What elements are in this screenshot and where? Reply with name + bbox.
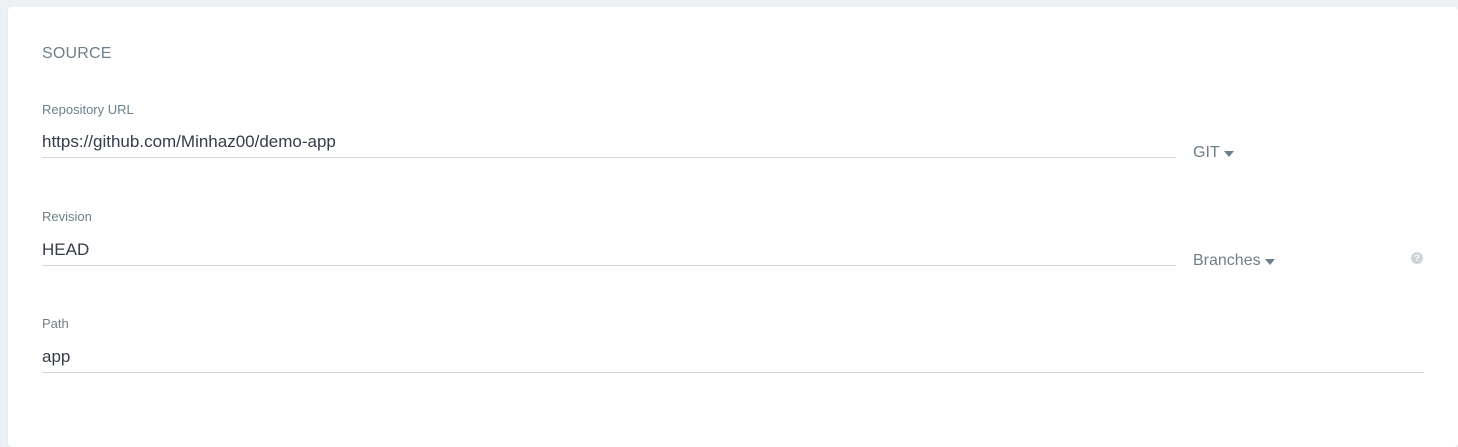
repo-type-label: GIT [1193, 144, 1220, 161]
section-title: SOURCE [42, 45, 112, 62]
revision-label: Revision [42, 209, 92, 224]
revision-type-label: Branches [1193, 252, 1261, 269]
revision-type-dropdown[interactable]: Branches [1193, 252, 1275, 270]
repository-url-label: Repository URL [42, 102, 134, 117]
caret-down-icon [1223, 150, 1234, 157]
path-label: Path [42, 316, 69, 331]
path-input[interactable] [42, 342, 1424, 373]
repository-url-input[interactable] [42, 127, 1176, 158]
repo-type-dropdown[interactable]: GIT [1193, 144, 1234, 162]
question-circle-icon[interactable]: ? [1411, 252, 1423, 264]
revision-input[interactable] [42, 235, 1176, 266]
source-panel: SOURCE Repository URL GIT Revision Branc… [8, 7, 1458, 447]
caret-down-icon [1264, 258, 1275, 265]
